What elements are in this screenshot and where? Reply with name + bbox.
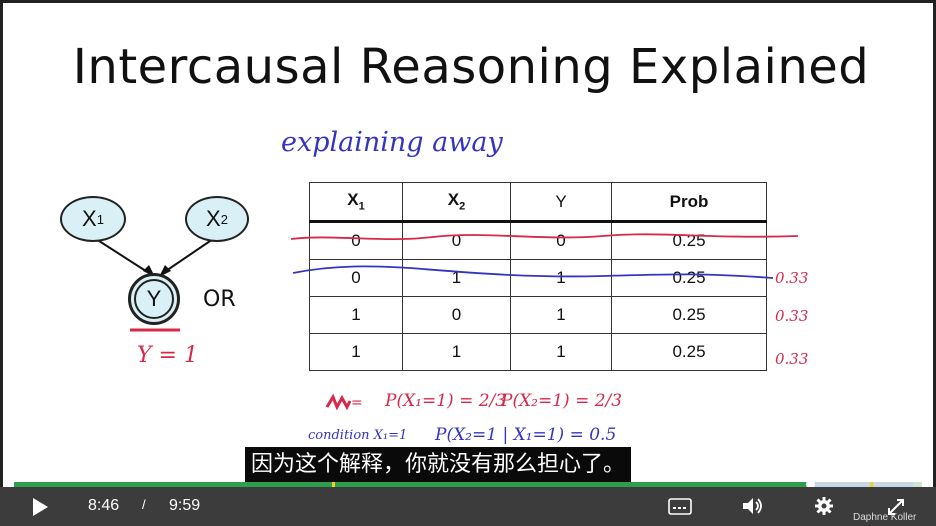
duration: 9:59	[169, 497, 201, 514]
volume-icon[interactable]	[741, 496, 765, 516]
watermark: Daphne Koller	[853, 512, 917, 523]
current-time: 8:46	[88, 497, 120, 514]
captions-icon[interactable]	[668, 498, 692, 515]
condition-note: condition X₁=1	[308, 428, 408, 443]
probability-x1-note: P(X₁=1) = 2/3	[385, 391, 507, 411]
side-note-3: 0.33	[775, 350, 809, 368]
time-separator: /	[142, 497, 146, 512]
control-bar: 8:46 / 9:59	[0, 487, 936, 526]
probability-x2-note: P(X₂=1) = 2/3	[501, 391, 623, 411]
conditional-probability-note: P(X₂=1 | X₁=1) = 0.5	[435, 425, 617, 445]
settings-icon[interactable]	[814, 496, 834, 516]
scratched-text	[325, 393, 352, 411]
scratch-note: =	[351, 395, 363, 411]
side-note-1: 0.33	[775, 269, 809, 287]
side-note-2: 0.33	[775, 307, 809, 325]
play-icon[interactable]	[30, 497, 50, 517]
subtitle-caption: 因为这个解释，你就没有那么担心了。	[245, 447, 632, 483]
